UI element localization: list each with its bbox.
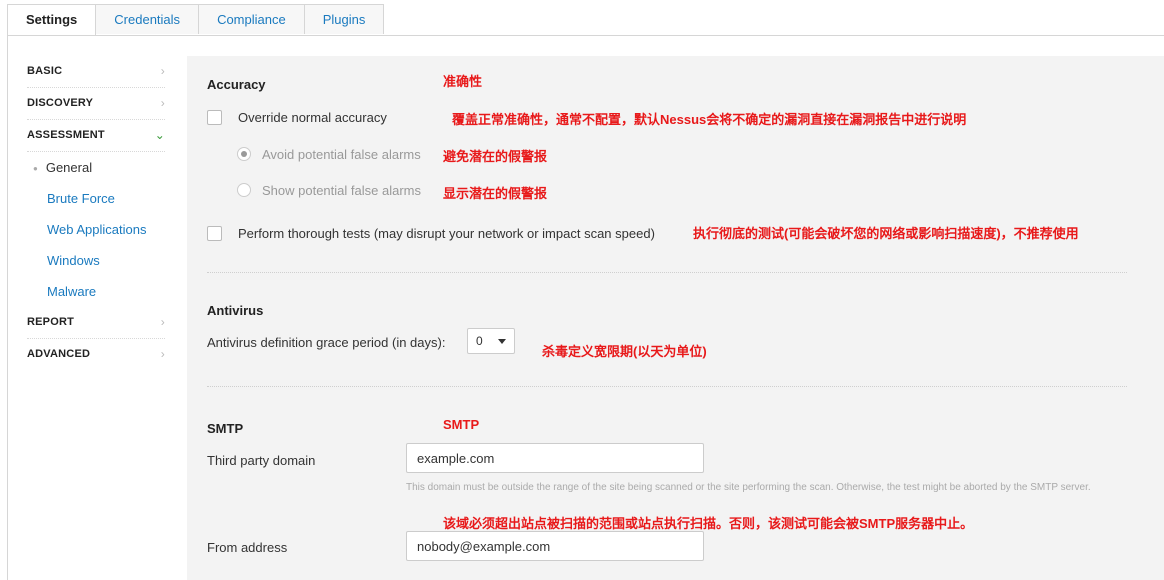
grace-period-select[interactable]: 0 (467, 328, 515, 354)
chevron-down-icon: ⌄ (154, 128, 165, 142)
override-accuracy-annotation: 覆盖正常准确性，通常不配置，默认Nessus会将不确定的漏洞直接在漏洞报告中进行… (452, 112, 967, 127)
third-party-domain-input[interactable] (406, 443, 704, 473)
smtp-annotation: SMTP (443, 417, 480, 432)
sidebar-item-basic[interactable]: BASIC › (27, 56, 165, 88)
accuracy-heading: Accuracy (207, 77, 266, 92)
section-divider (207, 272, 1127, 273)
grace-period-label: Antivirus definition grace period (in da… (207, 335, 446, 350)
tab-compliance[interactable]: Compliance (198, 4, 305, 34)
caret-down-icon (498, 339, 506, 344)
sidebar-item-label: BASIC (27, 65, 63, 77)
third-party-domain-label: Third party domain (207, 453, 316, 468)
sidebar-item-advanced[interactable]: ADVANCED › (27, 339, 165, 370)
content-left-border (7, 35, 8, 580)
third-party-domain-annotation: 该域必须超出站点被扫描的范围或站点执行扫描。否则，该测试可能会被SMTP服务器中… (443, 516, 974, 531)
sidebar-subitem-malware[interactable]: Malware (27, 276, 165, 307)
tab-plugins[interactable]: Plugins (303, 4, 385, 34)
avoid-false-alarms-radio[interactable] (237, 147, 251, 161)
sidebar-item-assessment[interactable]: ASSESSMENT ⌄ (27, 120, 165, 152)
thorough-tests-annotation: 执行彻底的测试(可能会破坏您的网络或影响扫描速度)，不推荐使用 (693, 226, 1079, 241)
smtp-heading: SMTP (207, 421, 244, 436)
sidebar-subitem-web-applications[interactable]: Web Applications (27, 214, 165, 245)
override-accuracy-label: Override normal accuracy (238, 110, 387, 125)
sidebar-item-discovery[interactable]: DISCOVERY › (27, 88, 165, 120)
tab-bar: Settings Credentials Compliance Plugins (7, 4, 385, 36)
section-divider (207, 386, 1127, 387)
sidebar-subitem-general[interactable]: ● General (27, 152, 165, 183)
show-false-alarms-annotation: 显示潜在的假警报 (443, 186, 548, 201)
sidebar-subitem-brute-force[interactable]: Brute Force (27, 183, 165, 214)
chevron-right-icon: › (160, 347, 165, 361)
chevron-right-icon: › (160, 315, 165, 329)
sidebar-item-report[interactable]: REPORT › (27, 307, 165, 339)
chevron-right-icon: › (160, 64, 165, 78)
avoid-false-alarms-annotation: 避免潜在的假警报 (443, 149, 548, 164)
sidebar-item-label: ADVANCED (27, 348, 91, 360)
antivirus-heading: Antivirus (207, 303, 264, 318)
bullet-icon: ● (33, 164, 38, 174)
sidebar-item-label: ASSESSMENT (27, 129, 105, 141)
sidebar-item-label: DISCOVERY (27, 97, 94, 109)
chevron-right-icon: › (160, 96, 165, 110)
sidebar-item-label: REPORT (27, 316, 75, 328)
avoid-false-alarms-label: Avoid potential false alarms (262, 147, 421, 162)
accuracy-annotation: 准确性 (443, 74, 483, 89)
grace-period-annotation: 杀毒定义宽限期(以天为单位) (542, 344, 707, 359)
from-address-label: From address (207, 540, 288, 555)
thorough-tests-checkbox[interactable] (207, 226, 222, 241)
settings-sidebar: BASIC › DISCOVERY › ASSESSMENT ⌄ ● Genera… (27, 56, 165, 370)
grace-period-value: 0 (476, 334, 483, 348)
third-party-domain-help: This domain must be outside the range of… (406, 482, 1091, 493)
settings-panel: Accuracy 准确性 Override normal accuracy 覆盖… (187, 56, 1164, 580)
show-false-alarms-label: Show potential false alarms (262, 183, 421, 198)
tab-credentials[interactable]: Credentials (95, 4, 200, 34)
sidebar-subitem-label: General (45, 160, 93, 175)
show-false-alarms-radio[interactable] (237, 183, 251, 197)
from-address-input[interactable] (406, 531, 704, 561)
thorough-tests-label: Perform thorough tests (may disrupt your… (238, 226, 655, 241)
tab-divider (7, 35, 1164, 36)
sidebar-subitem-windows[interactable]: Windows (27, 245, 165, 276)
override-accuracy-checkbox[interactable] (207, 110, 222, 125)
tab-settings[interactable]: Settings (7, 4, 97, 36)
